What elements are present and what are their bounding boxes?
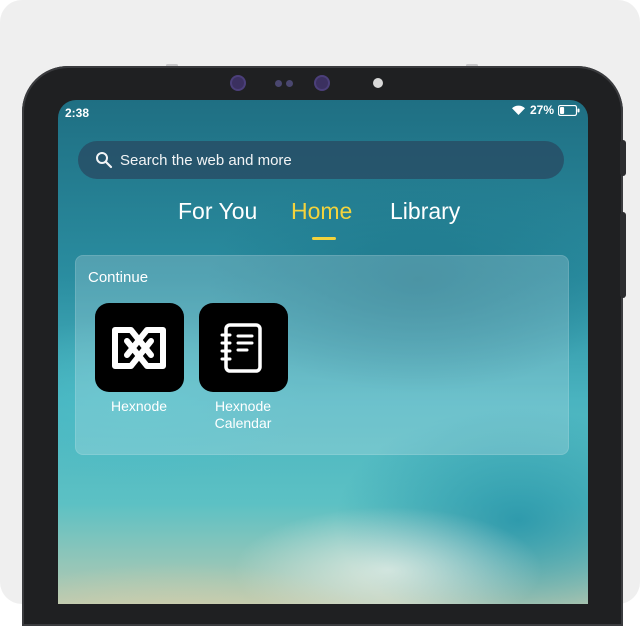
tab-bar: For You Home Library: [58, 198, 588, 244]
battery-icon: [558, 104, 580, 116]
home-screen: 2:38 27% Search the web and more For You…: [58, 100, 588, 604]
app-hexnode[interactable]: Hexnode: [94, 303, 184, 415]
tab-library[interactable]: Library: [390, 198, 460, 225]
search-bar[interactable]: Search the web and more: [78, 141, 564, 179]
app-label: Hexnode Calendar: [214, 398, 272, 431]
tab-for-you[interactable]: For You: [178, 198, 257, 225]
status-indicators: 27%: [511, 103, 580, 117]
app-label: Hexnode: [110, 398, 168, 414]
status-bar: 2:38 27%: [58, 100, 588, 122]
tab-home[interactable]: Home: [291, 198, 352, 225]
sensor-dot: [275, 80, 282, 87]
continue-panel: Continue Hexnode Hexnode Calendar: [75, 255, 569, 455]
camera-icon: [232, 77, 244, 89]
active-tab-indicator: [312, 237, 336, 240]
power-button: [620, 212, 626, 298]
search-icon: [96, 152, 113, 169]
app-hexnode-calendar[interactable]: Hexnode Calendar: [198, 303, 288, 432]
search-placeholder: Search the web and more: [120, 151, 292, 169]
status-time: 2:38: [65, 106, 90, 120]
notebook-icon: [220, 322, 262, 373]
camera-icon: [316, 77, 328, 89]
sensor-dot: [286, 80, 293, 87]
battery-percent: 27%: [529, 103, 554, 117]
hexnode-logo-icon: [112, 326, 166, 369]
app-tile: [198, 303, 288, 392]
app-tile: [94, 303, 184, 392]
continue-title: Continue: [88, 269, 149, 286]
light-sensor: [373, 78, 383, 88]
volume-button: [620, 140, 626, 176]
wifi-icon: [511, 105, 525, 115]
